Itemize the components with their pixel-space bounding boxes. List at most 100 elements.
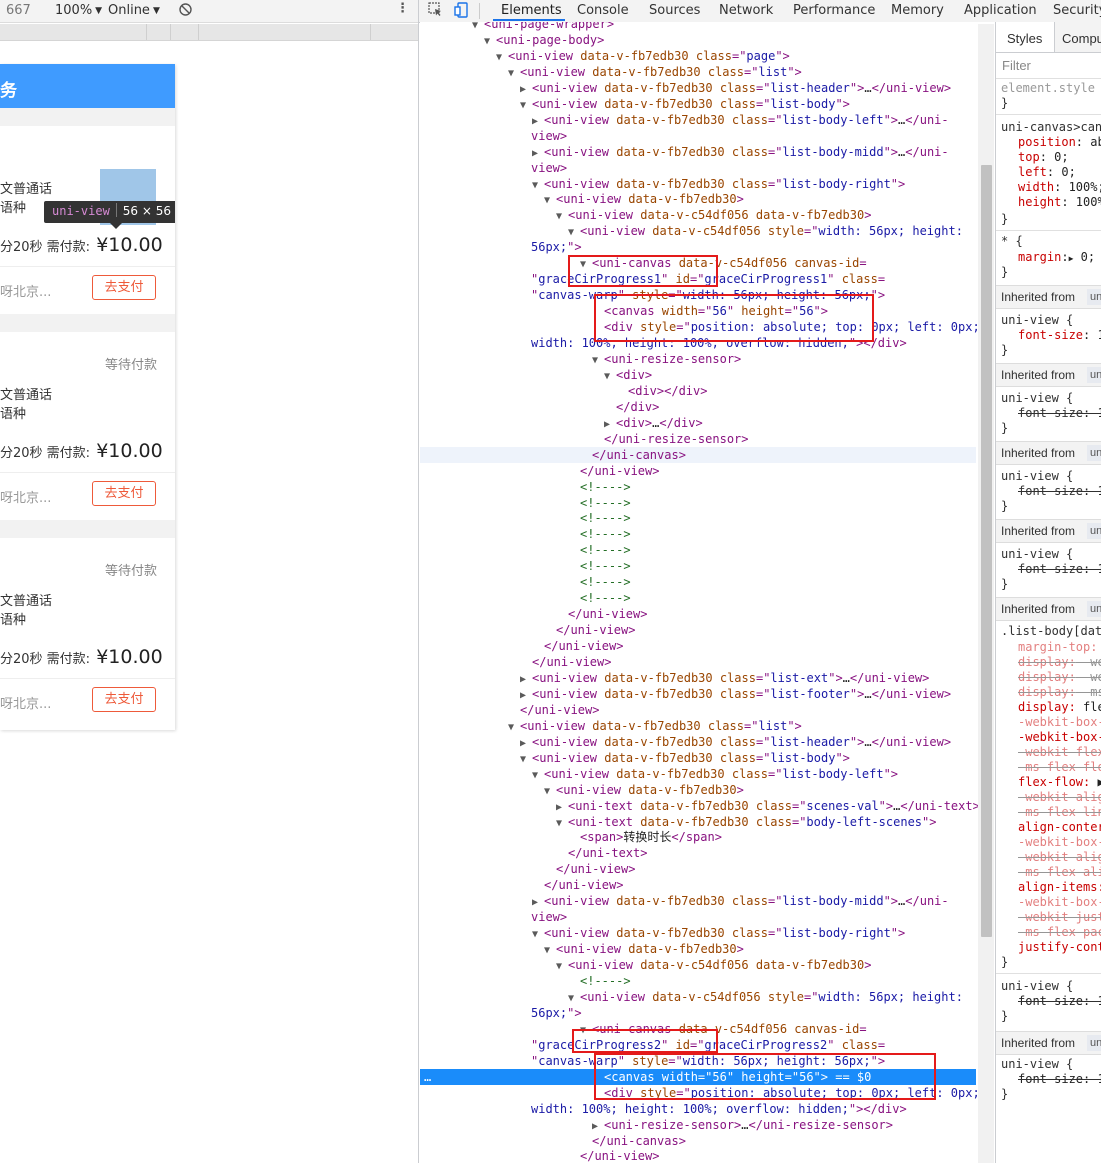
dom-node-line[interactable]: ▼ <uni-view data-v-fb7edb30 class="list-b… — [420, 96, 976, 112]
device-toolbar-icon[interactable] — [454, 2, 470, 22]
css-property[interactable]: top: 0; — [1018, 150, 1069, 165]
css-property[interactable]: display: fle — [1018, 700, 1101, 715]
zoom-select[interactable]: 100% ▼ — [55, 3, 102, 18]
dom-node-line[interactable]: view> — [420, 128, 976, 144]
css-property[interactable]: font-size: 1 — [1018, 406, 1101, 421]
dom-node-line[interactable]: ▼ <uni-view data-v-fb7edb30 class="list-b… — [420, 766, 976, 782]
css-property[interactable]: font-size: 1 — [1018, 328, 1101, 343]
elements-scroll-thumb[interactable] — [981, 165, 992, 937]
more-options-icon[interactable]: ⋮ — [396, 1, 409, 16]
dom-node-line[interactable]: ▼ <uni-view data-v-fb7edb30 class="page"> — [420, 48, 976, 64]
css-property[interactable]: width: 100%; — [1018, 180, 1101, 195]
dom-node-line[interactable]: ▼ <uni-view data-v-fb7edb30 class="list-b… — [420, 176, 976, 192]
dom-node-line[interactable]: </uni-view> — [420, 606, 976, 622]
css-property[interactable]: position: ab — [1018, 135, 1101, 150]
dom-node-line[interactable]: </uni-view> — [420, 702, 976, 718]
dom-node-line[interactable]: ▼ <uni-view data-v-fb7edb30> — [420, 191, 976, 207]
dom-node-line[interactable]: </div> — [420, 399, 976, 415]
dom-node-line[interactable]: <!----> — [420, 574, 976, 590]
tab-computed[interactable]: Compu — [1062, 31, 1101, 46]
css-property[interactable]: font-size: 1 — [1018, 994, 1101, 1009]
css-property[interactable]: -webkit-box- — [1018, 835, 1101, 850]
tab-performance[interactable]: Performance — [793, 3, 875, 18]
css-property[interactable]: justify-cont — [1018, 940, 1101, 955]
dom-node-line[interactable]: <div></div> — [420, 383, 976, 399]
css-property[interactable]: -webkit-alig — [1018, 850, 1101, 865]
dom-node-line[interactable]: <!----> — [420, 558, 976, 574]
pay-button[interactable]: 去支付 — [92, 481, 156, 506]
dom-node-line[interactable]: </uni-view> — [420, 463, 976, 479]
dom-node-line[interactable]: ▼ <uni-view data-v-fb7edb30 class="list"> — [420, 718, 976, 734]
dom-node-line[interactable]: ▶ <uni-view data-v-fb7edb30 class="list-b… — [420, 112, 976, 128]
css-property[interactable]: display: -we — [1018, 655, 1101, 670]
css-property[interactable]: font-size: 1 — [1018, 1072, 1101, 1087]
dom-node-line[interactable]: </uni-text> — [420, 845, 976, 861]
dom-node-line[interactable]: ▶ <uni-resize-sensor>…</uni-resize-sensor… — [420, 1117, 976, 1133]
inherited-element-link[interactable]: un — [1087, 445, 1101, 461]
tab-memory[interactable]: Memory — [891, 3, 944, 18]
dom-node-line[interactable]: <!----> — [420, 973, 976, 989]
css-property[interactable]: -webkit-box- — [1018, 730, 1101, 745]
css-property[interactable]: display: -we — [1018, 670, 1101, 685]
dom-node-line[interactable]: ▶ <uni-view data-v-fb7edb30 class="list-e… — [420, 670, 976, 686]
dom-node-line[interactable]: <!----> — [420, 495, 976, 511]
inspect-element-icon[interactable] — [428, 2, 443, 21]
css-property[interactable]: left: 0; — [1018, 165, 1076, 180]
tab-console[interactable]: Console — [577, 3, 629, 18]
network-throttle-select[interactable]: Online ▼ — [108, 3, 160, 18]
css-property[interactable]: -ms-flex-flo — [1018, 760, 1101, 775]
inherited-element-link[interactable]: un — [1087, 523, 1101, 539]
dom-node-line[interactable]: <!----> — [420, 510, 976, 526]
dom-node-line[interactable]: view> — [420, 909, 976, 925]
tab-elements[interactable]: Elements — [501, 3, 562, 18]
dom-node-line[interactable]: ▼ <div> — [420, 367, 976, 383]
dom-node-line[interactable]: </uni-view> — [420, 638, 976, 654]
tab-network[interactable]: Network — [719, 3, 773, 18]
dom-node-line[interactable]: <!----> — [420, 542, 976, 558]
dom-node-line[interactable]: ▼ <uni-resize-sensor> — [420, 351, 976, 367]
css-property[interactable]: margin-top: — [1018, 640, 1097, 655]
tab-security[interactable]: Security — [1053, 3, 1101, 18]
dom-node-line[interactable]: <!----> — [420, 590, 976, 606]
inherited-element-link[interactable]: un — [1087, 289, 1101, 305]
dom-node-line[interactable]: ▼ <uni-page-body> — [420, 32, 976, 48]
dom-node-line[interactable]: ▶ <uni-view data-v-fb7edb30 class="list-f… — [420, 686, 976, 702]
dom-node-line[interactable]: ▼ <uni-view data-v-fb7edb30> — [420, 782, 976, 798]
css-property[interactable]: -webkit-box- — [1018, 715, 1101, 730]
css-property[interactable]: -ms-flex-pac — [1018, 925, 1101, 940]
dom-node-line[interactable]: <span>转换时长</span> — [420, 829, 976, 845]
inherited-element-link[interactable]: un — [1087, 601, 1101, 617]
dom-node-line[interactable]: ▼ <uni-view data-v-fb7edb30 class="list-b… — [420, 925, 976, 941]
dom-node-line[interactable]: <!----> — [420, 526, 976, 542]
tab-sources[interactable]: Sources — [649, 3, 700, 18]
dom-node-line[interactable]: 56px;"> — [420, 239, 976, 255]
css-property[interactable]: -ms-flex-lin — [1018, 805, 1101, 820]
dom-node-line[interactable]: ▼ <uni-page-wrapper> — [420, 22, 976, 32]
dom-node-line[interactable]: ▶ <div>…</div> — [420, 415, 976, 431]
css-property[interactable]: -webkit-just — [1018, 910, 1101, 925]
styles-filter-input[interactable]: Filter — [1002, 58, 1031, 73]
dom-node-line[interactable]: 56px;"> — [420, 1005, 976, 1021]
tab-application[interactable]: Application — [964, 3, 1037, 18]
pay-button[interactable]: 去支付 — [92, 275, 156, 300]
more-actions-icon[interactable]: … — [424, 1069, 431, 1085]
dom-node-line[interactable]: ▼ <uni-view data-v-fb7edb30 class="list"> — [420, 64, 976, 80]
css-property[interactable]: font-size: 1 — [1018, 484, 1101, 499]
css-property[interactable]: align-items: — [1018, 880, 1101, 895]
dom-node-line[interactable]: ▼ <uni-text data-v-fb7edb30 class="body-l… — [420, 814, 976, 830]
dom-node-line[interactable]: </uni-view> — [420, 654, 976, 670]
dom-node-line[interactable]: view> — [420, 160, 976, 176]
dom-node-line[interactable]: ▼ <uni-view data-v-c54df056 style="width:… — [420, 223, 976, 239]
device-height-field[interactable]: 667 — [6, 3, 31, 18]
dom-node-line[interactable]: </uni-canvas> — [420, 1133, 976, 1149]
css-property[interactable]: display: -ms — [1018, 685, 1101, 700]
tab-styles[interactable]: Styles — [1007, 31, 1042, 46]
pay-button[interactable]: 去支付 — [92, 687, 156, 712]
dom-node-line[interactable]: ▼ <uni-view data-v-fb7edb30> — [420, 941, 976, 957]
inherited-element-link[interactable]: un — [1087, 1035, 1101, 1051]
css-property[interactable]: flex-flow: ▶ — [1018, 775, 1101, 790]
dom-node-line[interactable]: width: 100%; height: 100%; overflow: hid… — [420, 1101, 976, 1117]
dom-node-line[interactable]: </uni-view> — [420, 861, 976, 877]
css-property[interactable]: height: 100% — [1018, 195, 1101, 210]
rotate-icon[interactable] — [178, 2, 193, 21]
